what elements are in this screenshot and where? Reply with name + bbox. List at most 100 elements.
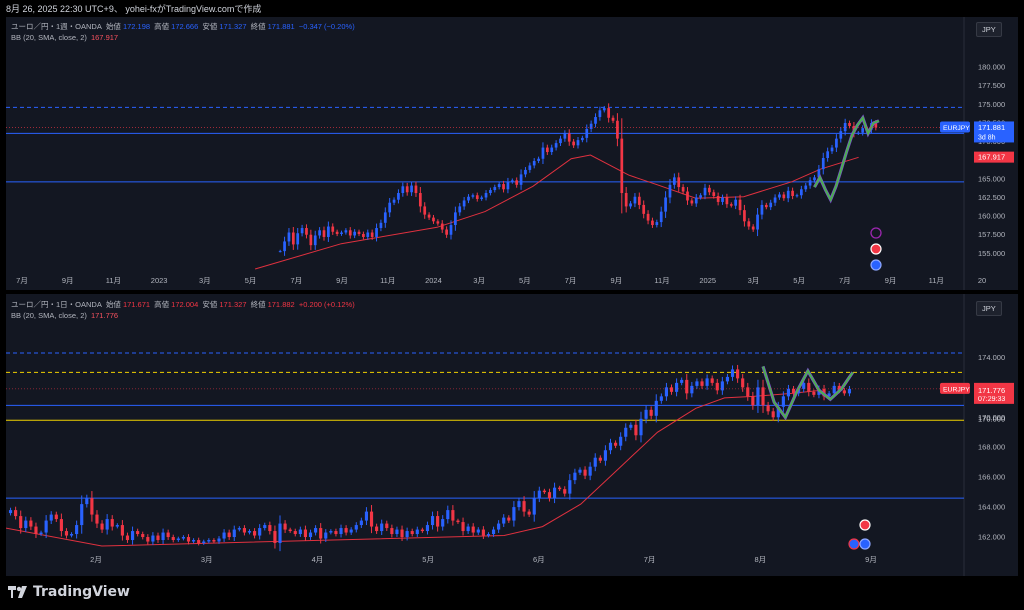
daily-candle	[308, 532, 313, 538]
daily-candle	[146, 537, 150, 542]
daily-candle	[786, 388, 791, 397]
weekly-candle	[449, 225, 453, 235]
weekly-chart-pane[interactable]: 180.000177.500175.000172.500170.000167.5…	[6, 17, 1018, 290]
weekly-candle	[418, 193, 422, 207]
weekly-xtick: 5月	[519, 276, 531, 285]
weekly-candle	[637, 196, 641, 205]
daily-candle	[197, 540, 201, 544]
daily-candle	[247, 531, 252, 533]
daily-candle	[8, 510, 13, 514]
daily-candle	[354, 525, 358, 530]
daily-change: +0.200 (+0.12%)	[298, 300, 355, 309]
weekly-candle	[379, 222, 383, 229]
daily-candle	[105, 519, 109, 530]
daily-candle	[669, 387, 674, 392]
daily-xtick: 7月	[644, 555, 656, 564]
daily-candle	[486, 534, 491, 536]
daily-candle	[425, 525, 430, 532]
daily-chart-svg[interactable]: 174.000172.000170.000168.000166.000164.0…	[6, 294, 1018, 576]
weekly-candle	[537, 158, 540, 161]
daily-earnings-icon	[859, 519, 871, 531]
daily-candle	[141, 534, 145, 538]
daily-xtick: 9月	[865, 555, 877, 564]
weekly-candle	[322, 230, 326, 237]
weekly-candle	[335, 231, 339, 234]
daily-candle	[110, 519, 114, 527]
daily-dividend-icon	[848, 538, 860, 550]
daily-candle	[710, 378, 714, 383]
daily-candle	[64, 531, 69, 536]
daily-candle	[583, 469, 587, 476]
weekly-candle	[383, 212, 387, 223]
daily-currency-button[interactable]: JPY	[976, 301, 1002, 316]
daily-candle	[171, 537, 175, 541]
daily-candle	[639, 418, 643, 436]
weekly-candle	[414, 185, 418, 194]
daily-ytick: 164.000	[978, 503, 1005, 512]
weekly-chart-svg[interactable]: 180.000177.500175.000172.500170.000167.5…	[6, 17, 1018, 290]
weekly-lightning-icon	[870, 227, 882, 239]
weekly-candle	[559, 138, 562, 144]
daily-candle	[542, 490, 546, 493]
daily-candle	[695, 381, 699, 386]
weekly-candle	[668, 184, 672, 198]
daily-open: 171.671	[122, 300, 151, 309]
daily-candle	[156, 535, 160, 541]
weekly-candle	[493, 187, 497, 191]
daily-candle	[807, 382, 811, 392]
daily-candle	[95, 514, 99, 524]
daily-xtick: 5月	[422, 555, 434, 564]
daily-candle	[415, 529, 419, 535]
daily-candle	[59, 519, 63, 532]
daily-candle	[649, 409, 653, 416]
weekly-currency-button[interactable]: JPY	[976, 22, 1002, 37]
daily-candle	[232, 529, 236, 538]
daily-candle	[517, 501, 521, 508]
weekly-bb-basis-line	[254, 154, 859, 270]
daily-candle	[441, 519, 445, 527]
weekly-candle	[278, 251, 282, 253]
daily-candle	[588, 466, 592, 476]
weekly-candle	[489, 190, 492, 194]
weekly-candle	[795, 195, 799, 197]
daily-candle	[136, 531, 140, 535]
weekly-candle	[462, 200, 466, 207]
weekly-xtick: 11月	[654, 276, 669, 285]
weekly-candle	[646, 213, 650, 221]
daily-candle	[400, 529, 404, 538]
daily-bb-legend: BB (20, SMA, close, 2) 171.776	[11, 311, 119, 320]
daily-chart-pane[interactable]: 174.000172.000170.000168.000166.000164.0…	[6, 294, 1018, 576]
weekly-candle	[686, 191, 689, 201]
weekly-bb-value: 167.917	[90, 33, 119, 42]
weekly-candle	[370, 232, 374, 237]
daily-candle	[497, 523, 501, 530]
weekly-candle	[515, 180, 519, 185]
daily-candle	[756, 387, 760, 406]
daily-candle	[222, 532, 226, 539]
daily-candle	[75, 525, 79, 535]
daily-candle	[207, 540, 211, 542]
daily-candle	[491, 529, 496, 535]
daily-ytick: 162.000	[978, 533, 1005, 542]
weekly-candle	[760, 204, 764, 215]
weekly-candle	[427, 214, 431, 218]
weekly-xtick: 3月	[748, 276, 760, 285]
daily-candle	[364, 511, 369, 521]
weekly-candle	[716, 195, 720, 202]
weekly-xtick: 2025	[699, 276, 716, 285]
daily-candle	[375, 526, 379, 532]
weekly-last-price: 171.881	[978, 123, 1005, 132]
daily-candle	[654, 400, 658, 416]
daily-candle	[186, 537, 191, 542]
weekly-low: 171.327	[219, 22, 247, 31]
weekly-symbol-tag-label: EURJPY	[943, 125, 970, 132]
tradingview-logo[interactable]: TradingView	[8, 584, 130, 600]
weekly-candle	[830, 147, 834, 152]
daily-candle	[578, 469, 582, 473]
weekly-candle	[563, 133, 567, 139]
daily-candle	[314, 528, 318, 533]
daily-candle	[568, 480, 572, 494]
weekly-change: −0.347 (−0.20%)	[298, 22, 355, 31]
weekly-bb-tag-value: 167.917	[978, 153, 1005, 162]
daily-bb-tag-value: 171.776	[978, 386, 1005, 395]
